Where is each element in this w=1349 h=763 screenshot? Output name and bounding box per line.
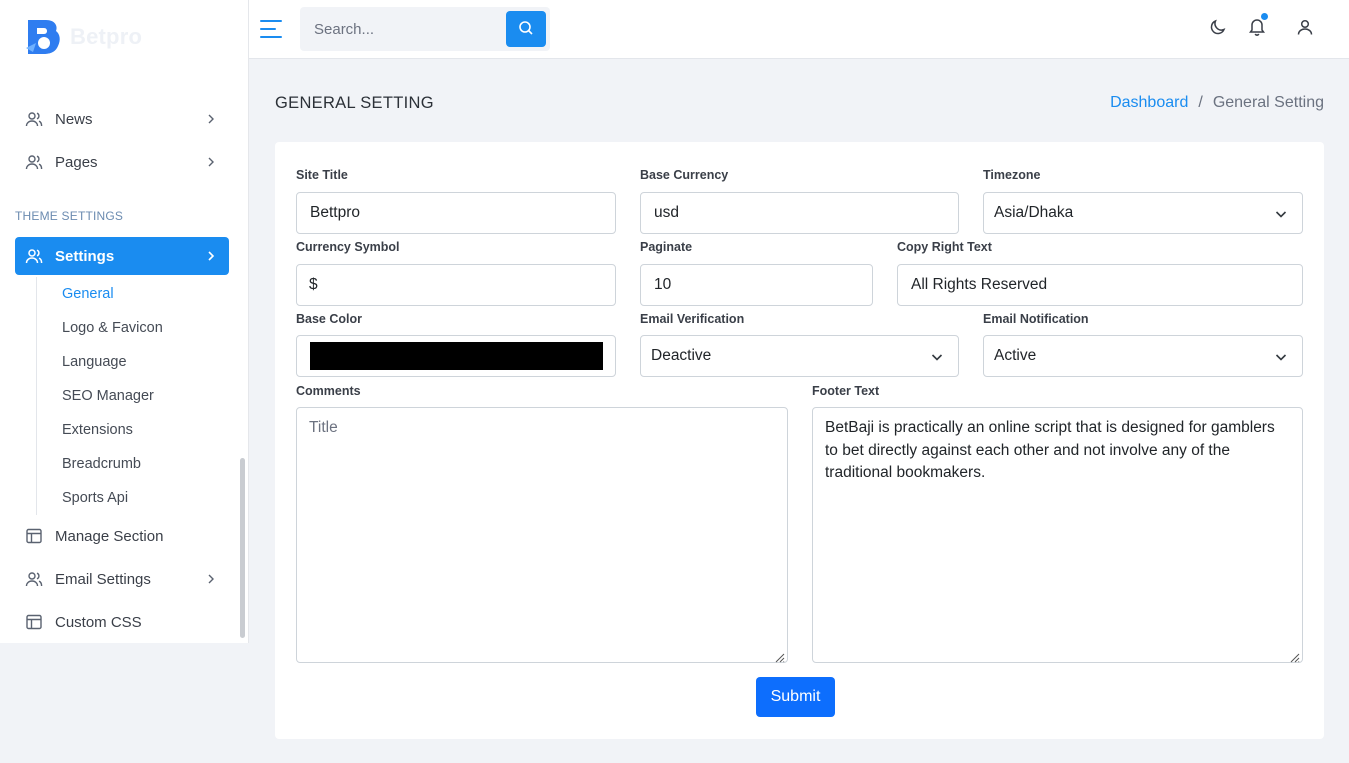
email-verification-value: Deactive <box>651 347 712 364</box>
sidebar-item-label: Settings <box>55 247 115 265</box>
page-title: GENERAL SETTING <box>275 94 434 112</box>
email-verification-select[interactable]: Deactive <box>640 335 959 377</box>
submenu-item-sports-api[interactable]: Sports Api <box>37 481 216 515</box>
timezone-label: Timezone <box>983 168 1041 182</box>
chevron-right-icon <box>205 573 217 585</box>
submit-button[interactable]: Submit <box>756 677 835 717</box>
base-currency-label: Base Currency <box>640 168 729 182</box>
sidebar-item-label: Email Settings <box>55 570 151 588</box>
breadcrumb: Dashboard / General Setting <box>1110 94 1324 112</box>
comments-placeholder: Title <box>309 419 338 436</box>
base-color-label: Base Color <box>296 312 362 326</box>
email-notification-value: Active <box>994 347 1037 364</box>
users-icon <box>25 110 43 128</box>
email-notification-select[interactable]: Active <box>983 335 1303 377</box>
user-icon <box>1296 18 1314 41</box>
footer-text-textarea[interactable]: BetBaji is practically an online script … <box>812 407 1303 663</box>
users-icon <box>25 153 43 171</box>
sidebar: Betpro News Pages THEME SETTINGS Setting… <box>0 0 249 643</box>
user-menu-button[interactable] <box>1294 18 1316 40</box>
chevron-right-icon <box>205 250 217 262</box>
sidebar-item-manage-section[interactable]: Manage Section <box>15 517 229 555</box>
resize-grip-icon[interactable] <box>773 648 785 663</box>
comments-textarea[interactable]: Title <box>296 407 788 663</box>
copyright-value: All Rights Reserved <box>911 276 1048 293</box>
currency-symbol-input[interactable]: $ <box>296 264 616 306</box>
site-title-value: Bettpro <box>310 204 360 221</box>
notification-dot <box>1261 13 1268 20</box>
base-color-picker[interactable] <box>296 335 616 377</box>
logo-icon <box>24 18 62 56</box>
breadcrumb-separator: / <box>1198 94 1203 111</box>
table-icon <box>25 527 43 545</box>
footer-text-label: Footer Text <box>812 384 880 398</box>
top-header <box>249 0 1349 59</box>
general-settings-card: Site Title Bettpro Base Currency usd Tim… <box>275 142 1324 739</box>
brand-name: Betpro <box>70 24 143 49</box>
nav-bottom: Manage Section Email Settings Custom CSS <box>15 517 229 641</box>
comments-label: Comments <box>296 384 361 398</box>
nav-settings: Settings <box>15 237 229 275</box>
currency-symbol-label: Currency Symbol <box>296 240 400 254</box>
resize-grip-icon[interactable] <box>1288 648 1300 663</box>
submenu-item-breadcrumb[interactable]: Breadcrumb <box>37 447 216 481</box>
sidebar-item-label: Pages <box>55 153 98 171</box>
users-icon <box>25 247 43 265</box>
base-currency-value: usd <box>654 204 679 221</box>
submenu-item-seo-manager[interactable]: SEO Manager <box>37 379 216 413</box>
search-button[interactable] <box>506 11 546 47</box>
sidebar-item-news[interactable]: News <box>15 100 229 138</box>
email-notification-label: Email Notification <box>983 312 1089 326</box>
chevron-down-icon <box>1274 207 1288 221</box>
settings-submenu: General Logo & Favicon Language SEO Mana… <box>36 277 216 515</box>
sidebar-item-label: News <box>55 110 93 128</box>
footer-text-value: BetBaji is practically an online script … <box>825 419 1275 481</box>
users-icon <box>25 570 43 588</box>
paginate-input[interactable]: 10 <box>640 264 873 306</box>
search-icon <box>518 20 534 39</box>
sidebar-scrollbar[interactable] <box>240 458 245 638</box>
sidebar-item-email-settings[interactable]: Email Settings <box>15 560 229 598</box>
chevron-down-icon <box>930 350 944 364</box>
submenu-item-extensions[interactable]: Extensions <box>37 413 216 447</box>
sidebar-item-settings[interactable]: Settings <box>15 237 229 275</box>
bell-icon <box>1248 17 1266 41</box>
dark-mode-toggle[interactable] <box>1207 18 1229 40</box>
paginate-value: 10 <box>654 276 672 293</box>
sidebar-item-pages[interactable]: Pages <box>15 143 229 181</box>
notifications-button[interactable] <box>1246 13 1268 41</box>
table-icon <box>25 613 43 631</box>
submenu-item-general[interactable]: General <box>37 277 216 311</box>
email-verification-label: Email Verification <box>640 312 745 326</box>
sidebar-item-custom-css[interactable]: Custom CSS <box>15 603 229 641</box>
timezone-value: Asia/Dhaka <box>994 204 1074 221</box>
sidebar-item-label: Manage Section <box>55 527 164 545</box>
chevron-down-icon <box>1274 350 1288 364</box>
timezone-select[interactable]: Asia/Dhaka <box>983 192 1303 234</box>
base-currency-input[interactable]: usd <box>640 192 959 234</box>
chevron-right-icon <box>205 156 217 168</box>
site-title-label: Site Title <box>296 168 348 182</box>
site-title-input[interactable]: Bettpro <box>296 192 616 234</box>
nav-top: News Pages <box>15 100 229 181</box>
brand-logo[interactable]: Betpro <box>24 18 142 56</box>
chevron-right-icon <box>205 113 217 125</box>
breadcrumb-dashboard-link[interactable]: Dashboard <box>1110 94 1188 112</box>
sidebar-item-label: Custom CSS <box>55 613 142 631</box>
breadcrumb-current: General Setting <box>1212 94 1324 111</box>
currency-symbol-value: $ <box>309 276 318 293</box>
copyright-input[interactable]: All Rights Reserved <box>897 264 1303 306</box>
color-swatch <box>310 342 603 370</box>
search-input[interactable] <box>300 7 505 51</box>
hamburger-menu-icon[interactable] <box>259 18 283 40</box>
submenu-item-logo-favicon[interactable]: Logo & Favicon <box>37 311 216 345</box>
section-title-theme-settings: THEME SETTINGS <box>15 209 124 223</box>
submenu-item-language[interactable]: Language <box>37 345 216 379</box>
paginate-label: Paginate <box>640 240 693 254</box>
search-bar <box>300 7 550 51</box>
moon-icon <box>1209 18 1227 41</box>
copyright-label: Copy Right Text <box>897 240 992 254</box>
